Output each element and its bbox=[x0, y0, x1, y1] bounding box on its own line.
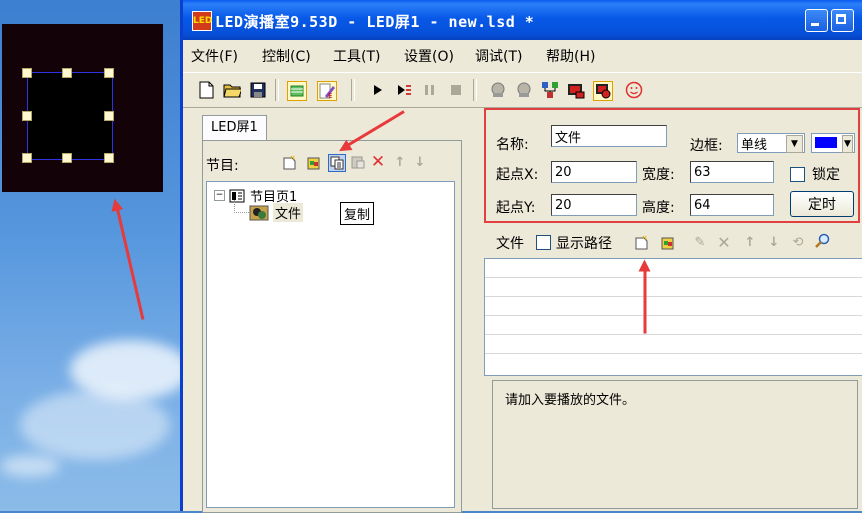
resize-handle[interactable] bbox=[104, 153, 114, 163]
resize-handle[interactable] bbox=[62, 68, 72, 78]
program-tree: − 节目页1 文件 bbox=[206, 181, 455, 508]
search-icon[interactable] bbox=[814, 233, 830, 249]
list-grid-line bbox=[485, 296, 862, 297]
main-toolbar: E bbox=[183, 72, 862, 108]
title-bar[interactable]: LED LED演播室9.53D - LED屏1 - new.lsd * bbox=[183, 0, 862, 40]
cloud-decoration bbox=[20, 390, 170, 460]
file-item-icon bbox=[249, 205, 269, 220]
menu-settings[interactable]: 设置(O) bbox=[404, 46, 454, 66]
menu-file[interactable]: 文件(F) bbox=[191, 46, 238, 66]
stop-icon[interactable] bbox=[447, 81, 465, 99]
smiley-icon[interactable] bbox=[625, 81, 643, 99]
tab-led-screen[interactable]: LED屏1 bbox=[202, 115, 267, 140]
file-list[interactable] bbox=[484, 258, 862, 376]
send-icon[interactable] bbox=[567, 81, 585, 99]
new-page-icon[interactable] bbox=[282, 154, 298, 170]
open-folder-icon[interactable] bbox=[223, 81, 241, 99]
file-toolbar: 文件 显示路径 ✎ ✕ ↑ ↓ ⟲ bbox=[484, 228, 862, 256]
list-grid-line bbox=[485, 277, 862, 278]
network-icon[interactable] bbox=[541, 81, 559, 99]
message-panel: 请加入要播放的文件。 bbox=[492, 380, 858, 509]
program-panel: LED屏1 节目: ✕ ↑ ↓ − 节目页1 文件 bbox=[190, 112, 462, 513]
capture-icon[interactable] bbox=[593, 81, 613, 101]
file-label: 文件 bbox=[496, 236, 524, 252]
app-icon: LED bbox=[192, 11, 212, 31]
new-file-icon[interactable] bbox=[197, 81, 215, 99]
tree-connector bbox=[234, 200, 249, 213]
step-icon[interactable] bbox=[395, 81, 413, 99]
resize-handle[interactable] bbox=[62, 153, 72, 163]
move-up-icon[interactable]: ↑ bbox=[392, 154, 408, 170]
refresh-icon[interactable]: ⟲ bbox=[790, 234, 806, 250]
cloud-decoration bbox=[0, 455, 60, 477]
show-path-checkbox[interactable] bbox=[536, 235, 551, 250]
menu-bar: 文件(F) 控制(C) 工具(T) 设置(O) 调试(T) 帮助(H) bbox=[183, 42, 862, 66]
edit-file-icon[interactable]: ✎ bbox=[692, 234, 708, 250]
move-down-icon[interactable]: ↓ bbox=[412, 154, 428, 170]
menu-help[interactable]: 帮助(H) bbox=[546, 46, 595, 66]
list-grid-line bbox=[485, 353, 862, 354]
remove-file-icon[interactable]: ✕ bbox=[716, 233, 732, 252]
lock-icon[interactable] bbox=[515, 81, 533, 99]
list-grid-line bbox=[485, 334, 862, 335]
add-media-icon[interactable] bbox=[660, 234, 676, 250]
menu-tools[interactable]: 工具(T) bbox=[333, 46, 380, 66]
tree-label-file: 文件 bbox=[273, 203, 304, 222]
screen-grid-icon[interactable] bbox=[287, 81, 307, 101]
list-grid-line bbox=[485, 315, 862, 316]
file-down-icon[interactable]: ↓ bbox=[766, 234, 782, 250]
show-path-label: 显示路径 bbox=[556, 236, 612, 252]
copy-tooltip: 复制 bbox=[340, 202, 375, 225]
toolbar-separator bbox=[275, 79, 279, 101]
program-label: 节目: bbox=[206, 158, 239, 174]
led-preview-window bbox=[2, 24, 163, 192]
edit-icon[interactable]: E bbox=[317, 81, 337, 101]
resize-handle[interactable] bbox=[104, 111, 114, 121]
resize-handle[interactable] bbox=[22, 153, 32, 163]
paste-icon[interactable] bbox=[350, 154, 366, 170]
delete-icon[interactable]: ✕ bbox=[370, 152, 386, 172]
minimize-button[interactable] bbox=[805, 9, 828, 32]
toolbar-separator bbox=[473, 79, 477, 101]
collapse-icon[interactable]: − bbox=[214, 190, 225, 201]
add-item-icon[interactable] bbox=[306, 154, 322, 170]
pause-icon[interactable] bbox=[421, 81, 439, 99]
annotation-arrow-add-file bbox=[643, 263, 647, 334]
resize-handle[interactable] bbox=[104, 68, 114, 78]
resize-handle[interactable] bbox=[22, 68, 32, 78]
led-file-region[interactable] bbox=[27, 72, 113, 160]
maximize-button[interactable] bbox=[831, 9, 854, 32]
save-icon[interactable] bbox=[249, 81, 267, 99]
menu-control[interactable]: 控制(C) bbox=[262, 46, 311, 66]
add-file-icon[interactable] bbox=[634, 234, 650, 250]
toolbar-separator bbox=[351, 79, 355, 101]
hint-message: 请加入要播放的文件。 bbox=[505, 393, 636, 408]
tree-row-file[interactable]: 文件 bbox=[249, 203, 304, 222]
record-icon[interactable] bbox=[489, 81, 507, 99]
window-title: LED演播室9.53D - LED屏1 - new.lsd * bbox=[215, 13, 535, 31]
annotation-highlight-box bbox=[484, 108, 860, 223]
menu-debug[interactable]: 调试(T) bbox=[475, 46, 522, 66]
file-up-icon[interactable]: ↑ bbox=[742, 234, 758, 250]
copy-icon[interactable] bbox=[328, 154, 346, 172]
play-icon[interactable] bbox=[369, 81, 387, 99]
resize-handle[interactable] bbox=[22, 111, 32, 121]
svg-text:E: E bbox=[328, 92, 332, 99]
